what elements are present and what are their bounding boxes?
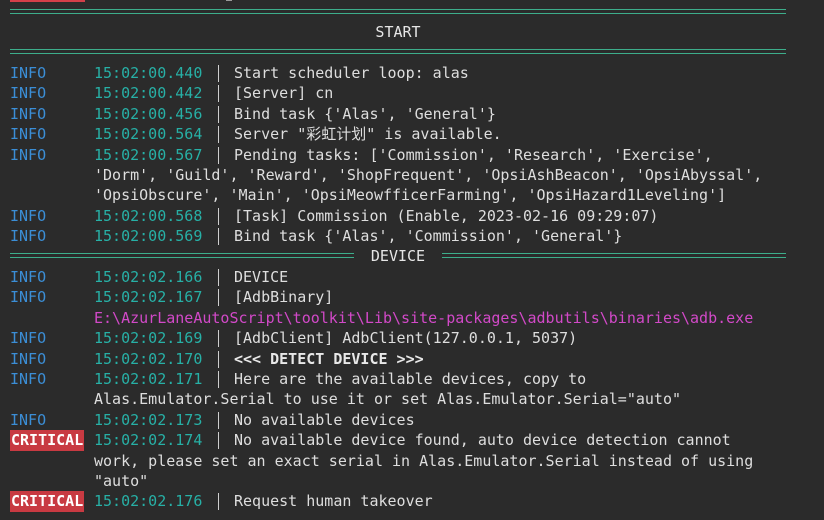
- log-timestamp: 15:02:00.569: [94, 227, 203, 246]
- log-message: Start scheduler loop: alas: [234, 64, 469, 82]
- log-divider: [218, 411, 219, 429]
- start-separator-top: [10, 9, 786, 14]
- log-timestamp: 15:02:00.440: [94, 64, 203, 82]
- log-message-continuation: "auto": [94, 471, 149, 490]
- separator-remnant: [226, 0, 232, 1]
- log-message-continuation: 'Dorm', 'Guild', 'Reward', 'ShopFrequent…: [94, 165, 763, 184]
- log-message: Bind task {'Alas', 'Commission', 'Genera…: [234, 227, 623, 246]
- log-divider: [218, 330, 219, 348]
- section-title-device: DEVICE: [370, 247, 426, 265]
- log-message-heading: <<< DETECT DEVICE >>>: [234, 349, 424, 368]
- log-message: DEVICE: [234, 268, 289, 286]
- log-timestamp: 15:02:00.564: [94, 125, 203, 144]
- log-level: INFO: [10, 104, 47, 123]
- log-timestamp: 15:02:00.442: [94, 84, 203, 103]
- log-divider: [218, 371, 219, 388]
- log-message: Bind task {'Alas', 'General'}: [234, 104, 496, 123]
- log-timestamp: 15:02:02.173: [94, 410, 203, 429]
- log-timestamp: 15:02:00.567: [94, 145, 203, 164]
- log-level: INFO: [10, 206, 47, 225]
- log-divider: [218, 146, 219, 164]
- log-level: INFO: [10, 145, 47, 164]
- log-divider: [218, 228, 219, 246]
- log-timestamp: 15:02:02.167: [94, 288, 203, 307]
- log-message: [Server] cn: [234, 84, 334, 103]
- log-timestamp: 15:02:00.456: [94, 104, 203, 123]
- log-level: INFO: [10, 288, 47, 307]
- critical-badge-remnant: [10, 0, 85, 2]
- log-message-continuation: Alas.Emulator.Serial to use it or set Al…: [94, 390, 681, 409]
- device-section-separator: DEVICE: [10, 246, 786, 266]
- log-message-continuation: work, please set an exact serial in Alas…: [94, 451, 754, 470]
- log-console[interactable]: START INFO 15:02:00.440 Start scheduler …: [0, 0, 824, 520]
- log-level: INFO: [10, 349, 47, 368]
- log-level: INFO: [10, 125, 47, 144]
- critical-level-badge: CRITICAL: [10, 430, 85, 451]
- log-level: INFO: [10, 410, 47, 429]
- log-divider: [218, 126, 219, 144]
- log-divider: [218, 105, 219, 123]
- critical-level-badge: CRITICAL: [10, 491, 85, 512]
- log-message: Request human takeover: [234, 492, 433, 511]
- log-divider: [218, 289, 219, 307]
- log-level: INFO: [10, 84, 47, 103]
- log-timestamp: 15:02:02.174: [94, 431, 203, 450]
- log-level: INFO: [10, 64, 47, 82]
- log-level: INFO: [10, 370, 47, 388]
- log-message: Server "彩虹计划" is available.: [234, 125, 502, 144]
- log-divider: [218, 493, 219, 511]
- log-divider: [218, 269, 219, 286]
- start-separator-bottom: [10, 49, 786, 54]
- log-message: [AdbClient] AdbClient(127.0.0.1, 5037): [234, 329, 578, 348]
- adb-binary-path: E:\AzurLaneAutoScript\toolkit\Lib\site-p…: [94, 308, 754, 327]
- log-timestamp: 15:02:02.166: [94, 268, 203, 286]
- log-message: Pending tasks: ['Commission', 'Research'…: [234, 145, 713, 164]
- log-message: [Task] Commission (Enable, 2023-02-16 09…: [234, 206, 659, 225]
- log-level: INFO: [10, 329, 47, 348]
- log-divider: [218, 207, 219, 225]
- section-title-start: START: [375, 23, 421, 41]
- separator-line-left: [10, 253, 354, 258]
- log-timestamp: 15:02:02.176: [94, 492, 203, 511]
- previous-log-remnant: [0, 0, 824, 5]
- log-level: INFO: [10, 227, 47, 246]
- log-timestamp: 15:02:02.171: [94, 370, 203, 388]
- log-message: No available device found, auto device d…: [234, 431, 731, 450]
- log-timestamp: 15:02:02.169: [94, 329, 203, 348]
- log-message: Here are the available devices, copy to: [234, 370, 587, 388]
- separator-line-right: [442, 253, 786, 258]
- log-divider: [218, 350, 219, 368]
- log-message: No available devices: [234, 410, 415, 429]
- log-divider: [218, 65, 219, 82]
- log-message: [AdbBinary]: [234, 288, 334, 307]
- log-divider: [218, 432, 219, 450]
- log-message-continuation: 'OpsiObscure', 'Main', 'OpsiMeowfficerFa…: [94, 186, 727, 205]
- log-timestamp: 15:02:00.568: [94, 206, 203, 225]
- log-divider: [218, 85, 219, 103]
- log-level: INFO: [10, 268, 47, 286]
- log-timestamp: 15:02:02.170: [94, 349, 203, 368]
